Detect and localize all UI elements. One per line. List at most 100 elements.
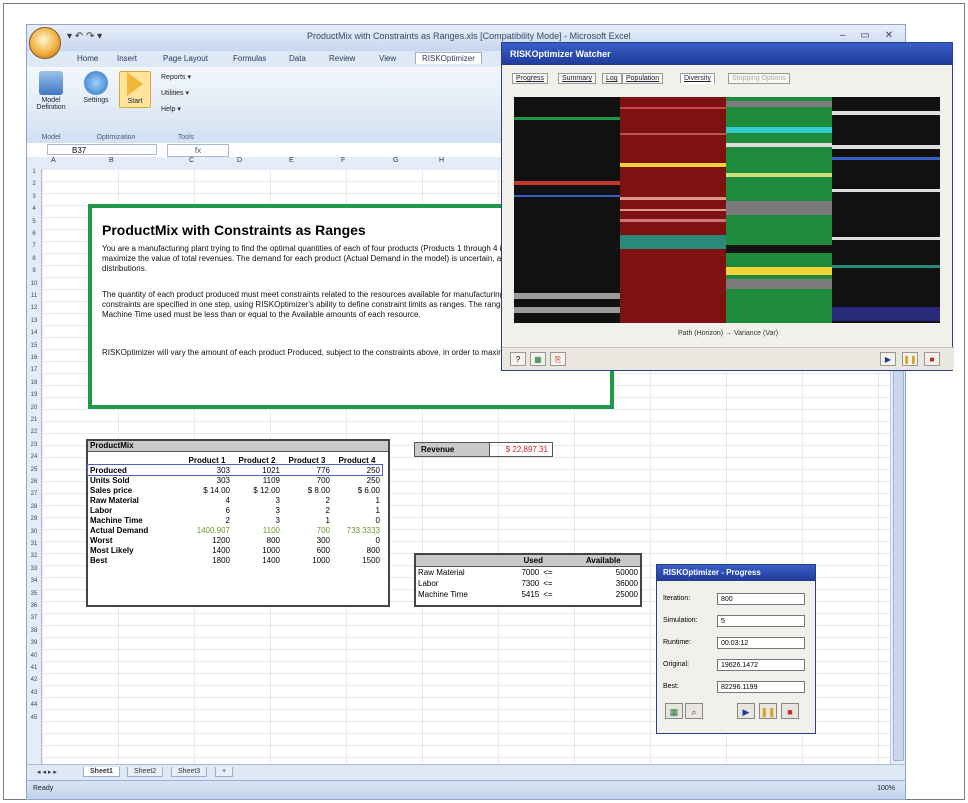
- row-header[interactable]: 44: [27, 702, 41, 708]
- row-header[interactable]: 39: [27, 640, 41, 646]
- table-cell[interactable]: 3: [232, 495, 282, 505]
- table-cell[interactable]: 2: [182, 515, 232, 525]
- sheet-tab[interactable]: Sheet2: [127, 767, 164, 777]
- table-cell[interactable]: 1021: [232, 465, 282, 475]
- table-cell[interactable]: 0: [332, 535, 382, 545]
- table-cell[interactable]: 3: [232, 515, 282, 525]
- row-header[interactable]: 25: [27, 467, 41, 473]
- row-header[interactable]: 12: [27, 305, 41, 311]
- row-header[interactable]: 23: [27, 442, 41, 448]
- progress-dialog-title[interactable]: RISKOptimizer - Progress: [657, 565, 815, 581]
- column-header[interactable]: F: [341, 157, 345, 164]
- row-header[interactable]: 7: [27, 243, 41, 249]
- row-header[interactable]: 16: [27, 355, 41, 361]
- column-header[interactable]: E: [289, 157, 294, 164]
- row-header[interactable]: 4: [27, 206, 41, 212]
- table-cell[interactable]: 1800: [182, 555, 232, 565]
- stop-icon[interactable]: ■: [924, 352, 940, 366]
- row-header[interactable]: 13: [27, 318, 41, 324]
- row-header[interactable]: 41: [27, 665, 41, 671]
- row-header[interactable]: 5: [27, 219, 41, 225]
- row-header[interactable]: 31: [27, 541, 41, 547]
- row-header[interactable]: 28: [27, 504, 41, 510]
- table-cell[interactable]: 1500: [332, 555, 382, 565]
- table-cell[interactable]: 250: [332, 465, 382, 475]
- row-header[interactable]: 20: [27, 405, 41, 411]
- tab-population[interactable]: Population: [622, 73, 664, 84]
- tab-home[interactable]: Home: [71, 53, 104, 64]
- row-header[interactable]: 45: [27, 715, 41, 721]
- tab-insert[interactable]: Insert: [111, 53, 143, 64]
- table-cell[interactable]: 800: [232, 535, 282, 545]
- row-header[interactable]: 29: [27, 516, 41, 522]
- row-header[interactable]: 26: [27, 479, 41, 485]
- row-header[interactable]: 18: [27, 380, 41, 386]
- table-cell[interactable]: 600: [282, 545, 332, 555]
- row-header[interactable]: 34: [27, 578, 41, 584]
- tab-data[interactable]: Data: [283, 53, 312, 64]
- row-header[interactable]: 3: [27, 194, 41, 200]
- row-header[interactable]: 1: [27, 169, 41, 175]
- column-header[interactable]: G: [393, 157, 398, 164]
- row-header[interactable]: 35: [27, 591, 41, 597]
- table-cell[interactable]: 36000: [566, 578, 640, 589]
- magnify-icon[interactable]: ⌕: [685, 703, 703, 719]
- row-header[interactable]: 6: [27, 231, 41, 237]
- revenue-value[interactable]: $ 22,897.31: [489, 443, 552, 456]
- column-header[interactable]: A: [51, 157, 56, 164]
- insert-sheet-tab[interactable]: +: [215, 767, 234, 777]
- table-cell[interactable]: 800: [332, 545, 382, 555]
- table-cell[interactable]: 1: [332, 495, 382, 505]
- sheet-tab[interactable]: Sheet3: [171, 767, 208, 777]
- utilities-menu[interactable]: Utilities ▾: [161, 89, 189, 97]
- row-header[interactable]: 15: [27, 343, 41, 349]
- table-cell[interactable]: 5415: [500, 589, 541, 600]
- table-cell[interactable]: 1000: [232, 545, 282, 555]
- column-header[interactable]: B: [109, 157, 114, 164]
- table-cell[interactable]: 1400: [232, 555, 282, 565]
- table-cell[interactable]: $ 12.00: [232, 485, 282, 495]
- row-header[interactable]: 36: [27, 603, 41, 609]
- row-header[interactable]: 38: [27, 628, 41, 634]
- tab-diversity[interactable]: Diversity: [680, 73, 715, 84]
- row-header[interactable]: 11: [27, 293, 41, 299]
- table-cell[interactable]: 303: [182, 465, 232, 475]
- tab-summary[interactable]: Summary: [558, 73, 596, 84]
- table-cell[interactable]: 1109: [232, 475, 282, 485]
- stop-icon[interactable]: ■: [781, 703, 799, 719]
- table-cell[interactable]: 1: [332, 505, 382, 515]
- table-cell[interactable]: 250: [332, 475, 382, 485]
- row-header[interactable]: 33: [27, 566, 41, 572]
- table-cell[interactable]: 25000: [566, 589, 640, 600]
- row-header[interactable]: 17: [27, 367, 41, 373]
- play-icon[interactable]: ▶: [737, 703, 755, 719]
- window-controls[interactable]: – ▭ ✕: [840, 30, 899, 41]
- help-menu[interactable]: Help ▾: [161, 105, 181, 113]
- name-box[interactable]: B37: [47, 144, 157, 155]
- tab-stopping-options[interactable]: Stopping Options: [728, 73, 790, 84]
- zoom-level[interactable]: 100%: [877, 785, 895, 792]
- reports-menu[interactable]: Reports ▾: [161, 73, 191, 81]
- tab-formulas[interactable]: Formulas: [227, 53, 272, 64]
- table-cell[interactable]: $ 6.00: [332, 485, 382, 495]
- column-header[interactable]: D: [237, 157, 242, 164]
- table-cell[interactable]: 1: [282, 515, 332, 525]
- model-definition-button[interactable]: Model Definition: [33, 71, 69, 111]
- settings-button[interactable]: Settings: [79, 71, 113, 104]
- table-cell[interactable]: 4: [182, 495, 232, 505]
- sheet-nav-arrows[interactable]: ◂ ◂ ▸ ▸: [31, 767, 63, 777]
- excel-update-button[interactable]: ▦: [665, 703, 683, 719]
- row-header[interactable]: 8: [27, 256, 41, 262]
- table-cell[interactable]: 3: [232, 505, 282, 515]
- watcher-title[interactable]: RISKOptimizer Watcher: [502, 43, 952, 65]
- table-cell[interactable]: 303: [182, 475, 232, 485]
- table-cell[interactable]: 7000: [500, 567, 541, 579]
- row-header[interactable]: 9: [27, 268, 41, 274]
- table-cell[interactable]: $ 8.00: [282, 485, 332, 495]
- tab-page-layout[interactable]: Page Layout: [157, 53, 214, 64]
- tab-riskoptimizer[interactable]: RISKOptimizer: [415, 52, 482, 64]
- table-cell[interactable]: 2: [282, 495, 332, 505]
- column-header[interactable]: H: [439, 157, 444, 164]
- table-cell[interactable]: 1200: [182, 535, 232, 545]
- table-cell[interactable]: 2: [282, 505, 332, 515]
